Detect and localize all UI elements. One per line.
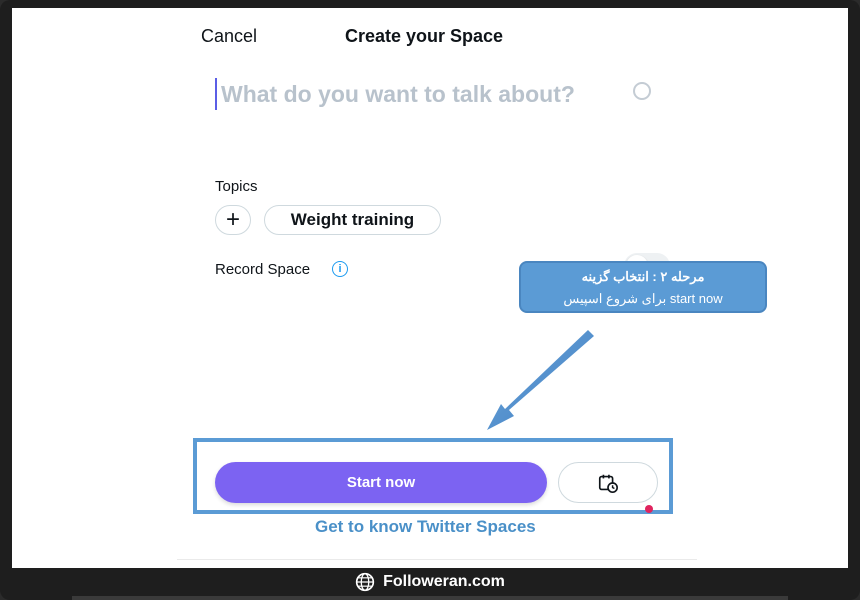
callout-line-1: مرحله ۲ : انتخاب گزینه [581,269,705,284]
learn-spaces-link[interactable]: Get to know Twitter Spaces [315,517,536,537]
add-topic-button[interactable]: + [215,205,251,235]
instruction-callout: مرحله ۲ : انتخاب گزینه start now برای شر… [519,261,767,313]
topic-chip-weight-training[interactable]: Weight training [264,205,441,235]
divider [177,559,697,560]
footer-brand: Followeran.com [0,568,860,596]
device-bottom-bar [72,596,788,600]
start-now-button[interactable]: Start now [215,462,547,503]
emoji-icon[interactable] [633,82,651,100]
page-title: Create your Space [345,26,504,46]
create-space-screen: Cancel Create your Space Topics + Weight… [12,8,848,568]
info-icon[interactable]: i [332,261,348,277]
schedule-space-button[interactable] [558,462,658,503]
topic-chip-label: Weight training [290,210,415,229]
topics-label: Topics [215,178,258,195]
brand-text: Followeran.com [383,573,505,590]
cancel-button[interactable]: Cancel [201,26,257,47]
globe-icon [355,572,375,592]
callout-line-2: start now برای شروع اسپیس [563,291,723,306]
notification-dot [645,505,653,513]
device-frame: Cancel Create your Space Topics + Weight… [0,0,860,600]
space-topic-input[interactable] [215,78,641,110]
arrow-shape [487,330,594,430]
calendar-clock-icon [598,474,618,493]
record-space-label: Record Space [215,261,311,278]
plus-icon: + [225,206,240,233]
